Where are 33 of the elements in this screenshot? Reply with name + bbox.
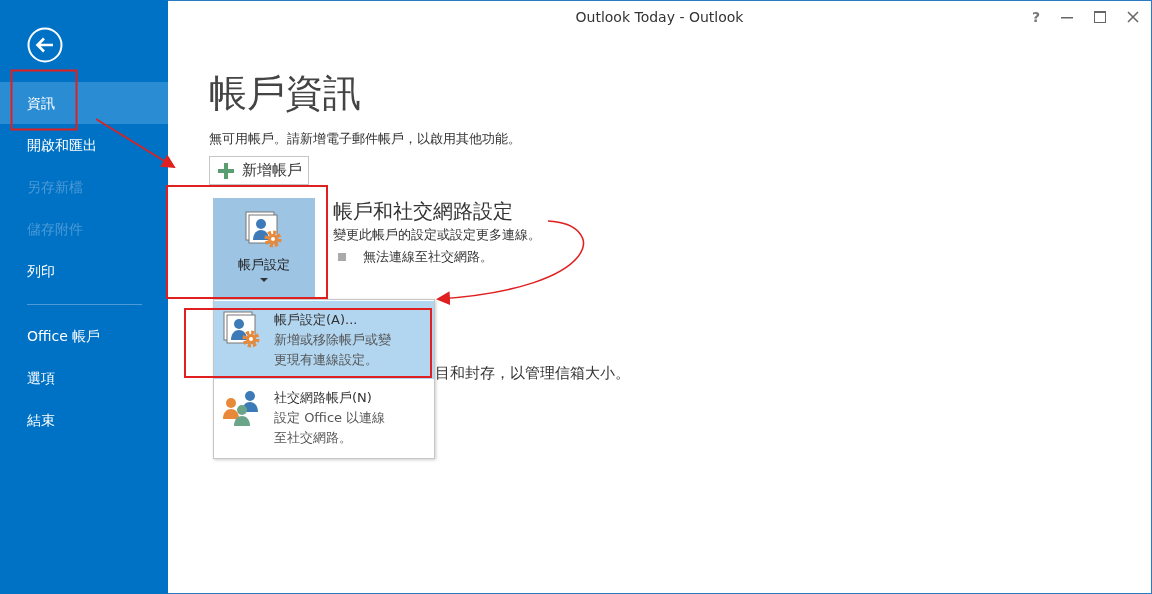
sidebar-item[interactable]: 結束 bbox=[0, 399, 168, 441]
sidebar-item[interactable]: 資訊 bbox=[0, 82, 168, 124]
sidebar-item[interactable]: Office 帳戶 bbox=[0, 315, 168, 357]
page-heading: 帳戶資訊 bbox=[209, 70, 362, 117]
account-settings-icon bbox=[244, 210, 284, 250]
menu-item-description: 更現有連線設定。 bbox=[274, 351, 379, 369]
menu-item-description: 設定 Office 以連線 bbox=[274, 409, 386, 427]
close-icon[interactable] bbox=[1127, 11, 1139, 23]
menu-item[interactable]: 社交網路帳戶(N) 設定 Office 以連線 至社交網路。 bbox=[214, 379, 434, 457]
menu-item-title: 社交網路帳戶(N) bbox=[274, 389, 373, 407]
bullet-icon bbox=[338, 253, 346, 261]
menu-item-description: 至社交網路。 bbox=[274, 429, 353, 447]
window-title: Outlook Today - Outlook bbox=[575, 9, 744, 25]
menu-item-title: 帳戶設定(A)... bbox=[274, 311, 359, 329]
annotation-box bbox=[10, 69, 78, 131]
section-heading: 帳戶和社交網路設定 bbox=[333, 198, 514, 224]
caret-icon bbox=[260, 278, 268, 282]
section-description: 變更此帳戶的設定或設定更多連線。 bbox=[333, 226, 541, 244]
add-account-button[interactable]: 新增帳戶 bbox=[209, 156, 309, 185]
maximize-icon[interactable] bbox=[1094, 11, 1106, 23]
back-icon[interactable] bbox=[27, 27, 63, 63]
sidebar-item[interactable]: 列印 bbox=[0, 250, 168, 292]
plus-icon bbox=[218, 162, 234, 179]
help-button[interactable]: ? bbox=[1031, 9, 1040, 25]
account-settings-icon bbox=[222, 310, 262, 350]
sidebar-item[interactable]: 開啟和匯出 bbox=[0, 124, 168, 166]
status-text: 無法連線至社交網路。 bbox=[363, 248, 493, 266]
info-text: 目和封存，以管理信箱大小。 bbox=[435, 364, 631, 383]
menu-item-description: 新增或移除帳戶或變 bbox=[274, 331, 391, 349]
menu-item[interactable]: 帳戶設定(A)... 新增或移除帳戶或變 更現有連線設定。 bbox=[214, 301, 434, 379]
notice-text: 無可用帳戶。請新增電子郵件帳戶，以啟用其他功能。 bbox=[209, 130, 522, 148]
account-settings-button[interactable]: 帳戶設定 bbox=[213, 198, 315, 300]
sidebar-item[interactable]: 選項 bbox=[0, 357, 168, 399]
